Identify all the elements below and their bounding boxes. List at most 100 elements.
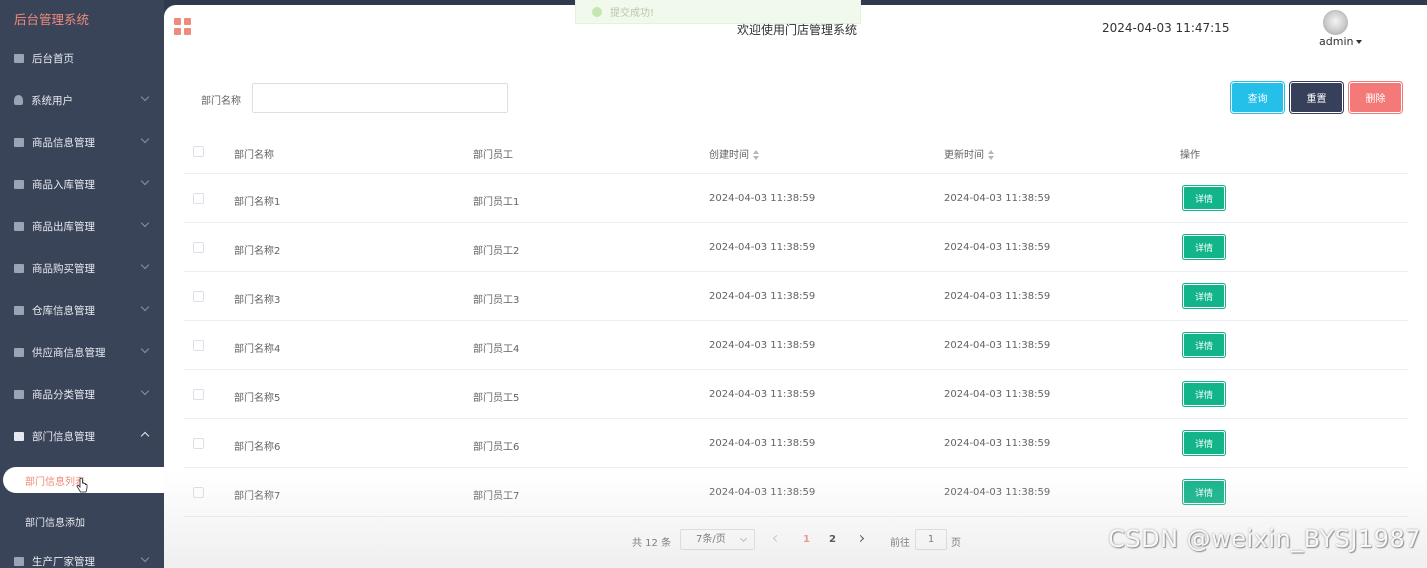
cell-department-staff: 部门员工2 [473, 246, 520, 257]
cell-updated-time: 2024-04-03 11:38:59 [944, 291, 1051, 302]
sidebar-item-supplier[interactable]: 供应商信息管理 [0, 331, 164, 373]
cell-department-staff: 部门员工1 [473, 197, 520, 208]
table-row: 部门名称2 部门员工2 2024-04-03 11:38:59 2024-04-… [184, 223, 1408, 272]
chevron-down-icon [739, 534, 748, 543]
hand-cursor-icon [76, 478, 88, 493]
cell-department-staff: 部门员工6 [473, 442, 520, 453]
delete-button[interactable]: 删除 [1350, 83, 1401, 112]
sidebar-item-home[interactable]: 后台首页 [0, 37, 164, 79]
table-row: 部门名称7 部门员工7 2024-04-03 11:38:59 2024-04-… [184, 468, 1408, 517]
row-checkbox[interactable] [193, 389, 204, 400]
sidebar-item-label: 商品分类管理 [32, 388, 95, 401]
sidebar-item-category[interactable]: 商品分类管理 [0, 373, 164, 415]
chevron-down-icon [140, 302, 150, 312]
chart-icon [14, 556, 24, 566]
cell-created-time: 2024-04-03 11:38:59 [709, 487, 816, 498]
cell-updated-time: 2024-04-03 11:38:59 [944, 438, 1051, 449]
column-header-created[interactable]: 创建时间 [709, 146, 759, 161]
chart-icon [14, 305, 24, 315]
cell-department-staff: 部门员工3 [473, 295, 520, 306]
sidebar-item-label: 部门信息管理 [32, 430, 95, 443]
sort-icon[interactable] [753, 150, 759, 160]
row-checkbox[interactable] [193, 291, 204, 302]
cell-department-name: 部门名称3 [234, 295, 281, 306]
detail-button[interactable]: 详情 [1184, 383, 1224, 405]
sidebar-item-stock-in[interactable]: 商品入库管理 [0, 163, 164, 205]
row-checkbox[interactable] [193, 242, 204, 253]
menu-toggle-icon[interactable] [174, 18, 191, 35]
sidebar: 后台管理系统 后台首页 系统用户 商品信息管理 商品入库管理 商品出库管理 商品… [0, 0, 164, 568]
next-page-icon[interactable] [856, 534, 865, 543]
select-all-checkbox[interactable] [193, 146, 204, 157]
monitor-icon [14, 53, 24, 63]
submenu-item-department-add[interactable]: 部门信息添加 [0, 508, 164, 534]
cell-created-time: 2024-04-03 11:38:59 [709, 291, 816, 302]
cell-department-staff: 部门员工7 [473, 491, 520, 502]
page-title: 欢迎使用门店管理系统 [737, 23, 858, 37]
row-checkbox[interactable] [193, 438, 204, 449]
row-checkbox[interactable] [193, 487, 204, 498]
watermark: CSDN @weixin_BYSJ1987 [1108, 525, 1421, 553]
column-header-updated[interactable]: 更新时间 [944, 146, 994, 161]
detail-button[interactable]: 详情 [1184, 432, 1224, 454]
chevron-down-icon [140, 218, 150, 228]
sidebar-item-label: 后台首页 [32, 52, 74, 65]
detail-button[interactable]: 详情 [1184, 481, 1224, 503]
row-checkbox[interactable] [193, 340, 204, 351]
sidebar-item-warehouse[interactable]: 仓库信息管理 [0, 289, 164, 331]
cell-created-time: 2024-04-03 11:38:59 [709, 438, 816, 449]
table-row: 部门名称6 部门员工6 2024-04-03 11:38:59 2024-04-… [184, 419, 1408, 468]
page-number-2[interactable]: 2 [829, 534, 836, 545]
cell-department-name: 部门名称5 [234, 393, 281, 404]
app-title: 后台管理系统 [14, 12, 90, 27]
sidebar-item-product-info[interactable]: 商品信息管理 [0, 121, 164, 163]
row-checkbox[interactable] [193, 193, 204, 204]
sidebar-item-stock-out[interactable]: 商品出库管理 [0, 205, 164, 247]
cell-department-name: 部门名称1 [234, 197, 281, 208]
chevron-up-icon [140, 431, 150, 441]
sidebar-item-label: 商品信息管理 [32, 136, 95, 149]
prev-page-icon[interactable] [772, 534, 781, 543]
detail-button[interactable]: 详情 [1184, 334, 1224, 356]
department-table: 部门名称 部门员工 创建时间 更新时间 操作 部门名称1 部门员工1 2024-… [184, 129, 1408, 517]
sidebar-item-department[interactable]: 部门信息管理 [0, 415, 164, 457]
sidebar-item-label: 商品入库管理 [32, 178, 95, 191]
sort-icon[interactable] [988, 150, 994, 160]
sidebar-item-label: 供应商信息管理 [32, 346, 106, 359]
reset-button[interactable]: 重置 [1291, 83, 1342, 112]
table-row: 部门名称1 部门员工1 2024-04-03 11:38:59 2024-04-… [184, 174, 1408, 223]
column-header-name: 部门名称 [234, 150, 274, 161]
column-header-actions: 操作 [1180, 150, 1200, 161]
table-header: 部门名称 部门员工 创建时间 更新时间 操作 [184, 129, 1408, 174]
page-number-1[interactable]: 1 [803, 534, 810, 545]
detail-button[interactable]: 详情 [1184, 187, 1224, 209]
cell-department-staff: 部门员工4 [473, 344, 520, 355]
query-button[interactable]: 查询 [1232, 83, 1283, 112]
chart-icon [14, 137, 24, 147]
page-jump-input[interactable]: 1 [915, 529, 947, 550]
cell-updated-time: 2024-04-03 11:38:59 [944, 487, 1051, 498]
cell-created-time: 2024-04-03 11:38:59 [709, 340, 816, 351]
page-size-select[interactable]: 7条/页 [680, 529, 755, 550]
chevron-down-icon [140, 553, 150, 563]
sidebar-item-label: 生产厂家管理 [32, 555, 95, 568]
detail-button[interactable]: 详情 [1184, 236, 1224, 258]
sidebar-item-label: 系统用户 [31, 94, 73, 107]
chevron-down-icon [140, 344, 150, 354]
search-label: 部门名称 [201, 96, 241, 107]
sidebar-item-manufacturer[interactable]: 生产厂家管理 [0, 540, 164, 568]
table-row: 部门名称5 部门员工5 2024-04-03 11:38:59 2024-04-… [184, 370, 1408, 419]
sidebar-item-system-users[interactable]: 系统用户 [0, 79, 164, 121]
caret-down-icon [1356, 40, 1363, 44]
page-size-value: 7条/页 [696, 534, 726, 545]
sidebar-item-purchase[interactable]: 商品购买管理 [0, 247, 164, 289]
chart-icon [14, 179, 24, 189]
detail-button[interactable]: 详情 [1184, 285, 1224, 307]
cell-department-name: 部门名称2 [234, 246, 281, 257]
chart-icon [14, 221, 24, 231]
user-menu[interactable]: admin [1319, 35, 1363, 48]
avatar[interactable] [1323, 10, 1348, 35]
pagination-total: 共 12 条 [632, 538, 672, 549]
department-name-input[interactable] [252, 83, 508, 113]
toast-message: 提交成功! [610, 8, 655, 19]
